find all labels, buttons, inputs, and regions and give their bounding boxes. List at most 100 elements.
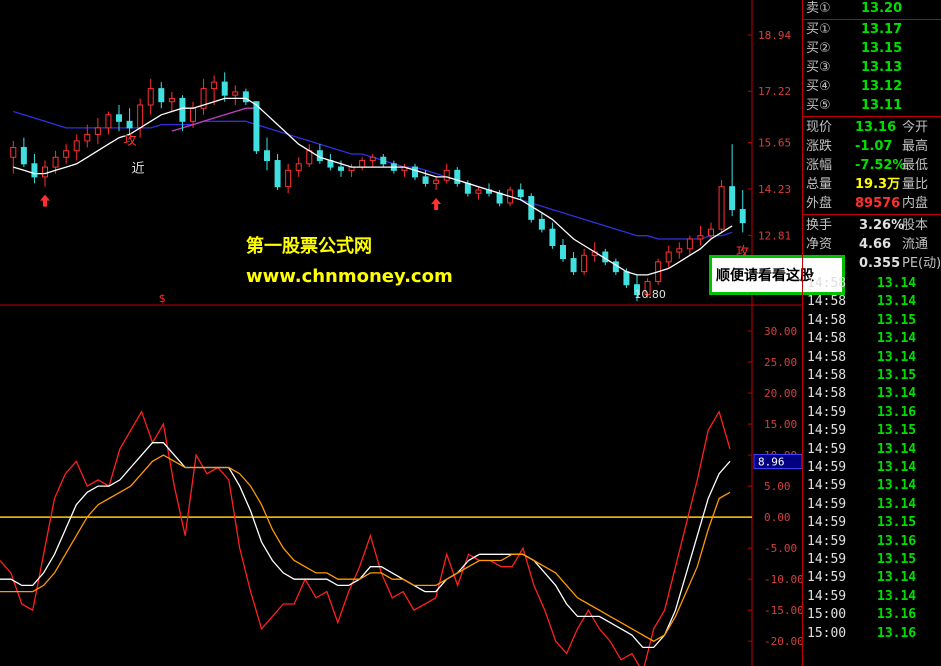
chart-svg[interactable]: 18.9417.2215.6514.2312.8111.53攻近攻10.80$3… bbox=[0, 0, 802, 666]
candle-body bbox=[729, 186, 736, 211]
tick-time: 14:59 bbox=[807, 588, 847, 604]
panel-separator bbox=[803, 214, 941, 215]
candle-body bbox=[105, 114, 112, 129]
candle-body bbox=[475, 189, 482, 194]
osc-axis-label: 30.00 bbox=[764, 325, 797, 338]
candle-body bbox=[686, 238, 693, 250]
price-axis-label: 17.22 bbox=[758, 85, 791, 98]
osc-white-line bbox=[0, 442, 731, 649]
candle-body bbox=[665, 251, 672, 263]
osc-axis-label: -5.00 bbox=[764, 542, 797, 555]
tick-price: 13.14 bbox=[877, 478, 917, 494]
tick-price: 13.15 bbox=[877, 312, 917, 328]
tick-price: 13.14 bbox=[877, 331, 917, 347]
candle-body bbox=[623, 271, 630, 286]
buy-marker-label: 攻 bbox=[124, 133, 137, 148]
osc-axis-label: 0.00 bbox=[764, 511, 791, 524]
osc-axis-label: -10.00 bbox=[764, 573, 802, 586]
osc-axis-label: 15.00 bbox=[764, 418, 797, 431]
osc-axis-label: -20.00 bbox=[764, 635, 802, 648]
candle-body bbox=[94, 127, 101, 135]
stat-label: 总量 bbox=[806, 177, 833, 192]
tick-time: 14:58 bbox=[807, 368, 847, 383]
candle-body bbox=[433, 179, 440, 184]
near-label: 近 bbox=[132, 161, 145, 176]
ma-white-line bbox=[13, 97, 733, 276]
tick-time: 14:58 bbox=[807, 386, 847, 402]
candle-body bbox=[517, 189, 524, 197]
quote-panel: 卖① 13.20 买① 13.17 买② 13.15 买③ 13.13 买④ 13.12 买⑤ 13.… bbox=[802, 0, 941, 666]
tick-price: 13.15 bbox=[877, 515, 917, 531]
stat-label-secondary: 最低 bbox=[902, 158, 929, 173]
order-price: 13.15 bbox=[861, 41, 903, 56]
order-price: 13.20 bbox=[861, 1, 903, 16]
tick-time: 14:59 bbox=[807, 515, 847, 531]
candle-body bbox=[422, 176, 429, 184]
candle-body bbox=[306, 150, 313, 165]
order-price: 13.12 bbox=[861, 79, 903, 94]
price-axis-label: 14.23 bbox=[758, 183, 791, 196]
candle-body bbox=[84, 133, 91, 142]
candle-body bbox=[232, 91, 239, 96]
candle-body bbox=[137, 104, 144, 129]
candle-body bbox=[538, 218, 545, 230]
stat-label: 涨跌 bbox=[806, 139, 833, 154]
tick-price: 13.14 bbox=[877, 294, 917, 310]
order-label: 买② bbox=[806, 41, 831, 56]
tick-price: 13.14 bbox=[877, 588, 917, 604]
stat-label: 外盘 bbox=[806, 196, 833, 211]
candle-body bbox=[718, 186, 725, 230]
tick-price: 13.16 bbox=[877, 607, 917, 623]
candle-body bbox=[274, 160, 281, 188]
stat-label: 净资 bbox=[806, 237, 833, 252]
tick-time: 15:00 bbox=[807, 607, 847, 623]
candle-body bbox=[52, 156, 59, 168]
candle-body bbox=[147, 88, 154, 106]
osc-axis-label: 25.00 bbox=[764, 356, 797, 369]
candle-body bbox=[676, 248, 683, 253]
price-axis-label: 12.81 bbox=[758, 229, 791, 242]
tick-time: 15:00 bbox=[807, 625, 847, 641]
up-arrow-icon bbox=[431, 197, 442, 210]
stat-value: 3.26% bbox=[859, 218, 905, 233]
candle-body bbox=[443, 169, 450, 181]
candle-body bbox=[168, 97, 175, 103]
stat-value: -7.52% bbox=[855, 158, 906, 173]
tick-time: 14:59 bbox=[807, 478, 847, 494]
tick-time: 14:59 bbox=[807, 496, 847, 512]
tick-time: 14:58 bbox=[807, 294, 847, 310]
stat-value: -1.07 bbox=[855, 139, 893, 154]
candle-body bbox=[380, 156, 387, 165]
candle-body bbox=[158, 88, 165, 103]
up-arrow-icon bbox=[40, 194, 50, 207]
candle-body bbox=[63, 150, 70, 158]
order-label: 买① bbox=[806, 22, 831, 37]
candle-body bbox=[179, 97, 186, 122]
price-axis-label: 15.65 bbox=[758, 137, 791, 150]
osc-axis-label: 20.00 bbox=[764, 387, 797, 400]
tick-time: 14:58 bbox=[807, 312, 847, 328]
stat-label-secondary: 量比 bbox=[902, 177, 929, 192]
low-price-label: 10.80 bbox=[634, 288, 666, 301]
stat-label-secondary: 股本 bbox=[902, 218, 929, 233]
candle-body bbox=[454, 169, 461, 184]
osc-axis-label: 5.00 bbox=[764, 480, 791, 493]
chart-area[interactable]: 18.9417.2215.6514.2312.8111.53攻近攻10.80$3… bbox=[0, 0, 802, 666]
candle-body bbox=[570, 258, 577, 273]
stat-value: 19.3万 bbox=[855, 177, 901, 192]
order-label: 卖① bbox=[806, 1, 831, 16]
tick-time: 14:58 bbox=[807, 331, 847, 347]
tick-price: 13.14 bbox=[877, 386, 917, 402]
watermark-title: 第一股票公式网 bbox=[246, 236, 372, 257]
panel-separator bbox=[803, 19, 941, 20]
stat-value: 13.16 bbox=[855, 120, 897, 135]
tick-price: 13.16 bbox=[877, 533, 917, 549]
tick-price: 13.15 bbox=[877, 423, 917, 439]
candle-body bbox=[42, 166, 48, 178]
candle-body bbox=[190, 107, 196, 122]
tick-price: 13.16 bbox=[877, 625, 917, 641]
candle-body bbox=[464, 182, 471, 194]
stat-label: 涨幅 bbox=[806, 158, 833, 173]
candle-body bbox=[10, 146, 17, 158]
stat-value: 4.66 bbox=[859, 237, 892, 252]
